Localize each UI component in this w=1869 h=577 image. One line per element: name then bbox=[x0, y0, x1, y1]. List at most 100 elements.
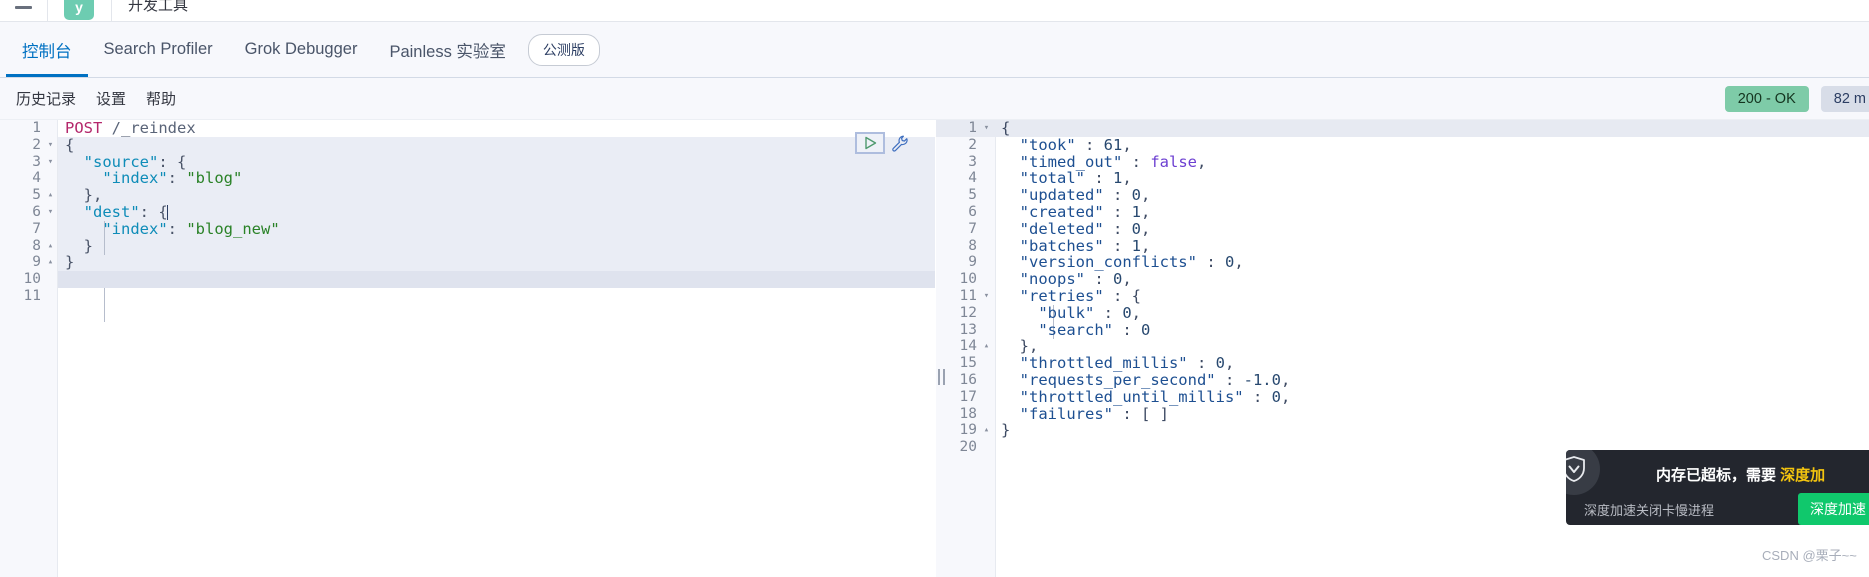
code-line: 16 "requests_per_second" : -1.0, bbox=[936, 372, 1869, 389]
code-text: "noops" : 0, bbox=[1019, 270, 1132, 289]
tab-grok-debugger[interactable]: Grok Debugger bbox=[229, 22, 374, 77]
code-text: "search" : 0 bbox=[1038, 320, 1151, 339]
code-line: 3 "timed_out" : false, bbox=[936, 153, 1869, 171]
wrench-icon[interactable] bbox=[889, 132, 911, 154]
code-line: 15 "throttled_millis" : 0, bbox=[936, 355, 1869, 372]
code-text: "failures" : [ ] bbox=[1019, 404, 1169, 423]
fold-toggle-icon[interactable]: ▾ bbox=[980, 120, 993, 137]
tab-console-label: 控制台 bbox=[22, 42, 72, 61]
fold-toggle-icon[interactable]: ▴ bbox=[44, 187, 57, 204]
tab-grok-debugger-label: Grok Debugger bbox=[244, 40, 358, 58]
code-text: { bbox=[65, 135, 75, 154]
line-number: 8 bbox=[968, 237, 977, 254]
code-text: "created" : 1, bbox=[1019, 202, 1151, 221]
code-text: "source": { bbox=[83, 152, 187, 171]
code-text: "deleted" : 0, bbox=[1019, 219, 1151, 238]
code-line: 19 ▴} bbox=[936, 422, 1869, 439]
code-text: POST /_reindex bbox=[65, 120, 196, 137]
code-text: "version_conflicts" : 0, bbox=[1019, 253, 1244, 272]
tab-search-profiler-label: Search Profiler bbox=[103, 40, 213, 58]
code-line: 4 "index": "blog" bbox=[0, 170, 935, 187]
tab-search-profiler[interactable]: Search Profiler bbox=[88, 22, 229, 77]
code-line: 10 bbox=[0, 271, 935, 288]
code-line: 9 ▴} bbox=[0, 254, 935, 271]
request-editor-pane[interactable]: 1 POST /_reindex 2 ▾{3 ▾ "source": {4 "index… bbox=[0, 120, 936, 577]
code-text: "requests_per_second" : -1.0, bbox=[1019, 370, 1291, 389]
request-code[interactable]: 1 POST /_reindex 2 ▾{3 ▾ "source": {4 "index… bbox=[0, 120, 935, 577]
line-number: 11 bbox=[959, 287, 977, 304]
toast-action-button[interactable]: 深度加速 bbox=[1798, 493, 1869, 525]
code-line: 2 ▾ { bbox=[0, 135, 935, 154]
code-line: 14 ▴ }, bbox=[936, 338, 1869, 355]
line-number: 19 bbox=[959, 422, 977, 439]
code-line: 8 ▴ } bbox=[0, 237, 935, 255]
submenu-item-settings[interactable]: 设置 bbox=[86, 88, 136, 109]
code-text: "updated" : 0, bbox=[1019, 186, 1151, 205]
request-actions bbox=[855, 132, 911, 154]
code-line: 5 "updated" : 0, bbox=[936, 187, 1869, 204]
code-line: 18 "failures" : [ ] bbox=[936, 404, 1869, 423]
code-line: 13 "search" : 0 bbox=[936, 320, 1869, 339]
code-line: 7 "deleted" : 0, bbox=[936, 219, 1869, 238]
hamburger-icon[interactable] bbox=[0, 0, 48, 21]
fold-toggle-icon[interactable]: ▾ bbox=[44, 204, 57, 221]
line-number: 18 bbox=[959, 405, 977, 422]
code-text: "bulk" : 0, bbox=[1038, 303, 1142, 322]
fold-toggle-icon[interactable]: ▾ bbox=[980, 288, 993, 305]
watermark: CSDN @栗子~~ bbox=[1762, 548, 1857, 563]
line-number: 12 bbox=[959, 304, 977, 321]
fold-toggle-icon[interactable]: ▴ bbox=[44, 254, 57, 271]
app-logo: y bbox=[64, 0, 94, 20]
line-number: 2 bbox=[968, 136, 977, 153]
code-text: } bbox=[65, 253, 75, 272]
code-text: "dest": { bbox=[83, 202, 168, 221]
fold-toggle-icon[interactable]: ▾ bbox=[44, 137, 57, 154]
code-line: 11 bbox=[0, 288, 935, 305]
tab-painless-lab-label: Painless 实验室 bbox=[389, 42, 506, 61]
status-badge: 200 - OK bbox=[1724, 86, 1809, 112]
fold-toggle-icon[interactable]: ▾ bbox=[44, 154, 57, 171]
beta-badge[interactable]: 公测版 bbox=[527, 33, 600, 66]
tab-console[interactable]: 控制台 bbox=[6, 22, 88, 77]
line-number: 17 bbox=[959, 388, 977, 405]
submenu-item-history[interactable]: 历史记录 bbox=[6, 88, 86, 109]
line-number: 9 bbox=[968, 254, 977, 271]
code-line: 10 "noops" : 0, bbox=[936, 271, 1869, 288]
fold-toggle-icon[interactable]: ▴ bbox=[44, 238, 57, 255]
fold-toggle-icon[interactable]: ▴ bbox=[980, 338, 993, 355]
line-number: 11 bbox=[23, 287, 41, 304]
fold-toggle-icon[interactable]: ▴ bbox=[980, 422, 993, 439]
code-text: "batches" : 1, bbox=[1019, 236, 1151, 255]
tab-painless-lab[interactable]: Painless 实验室 bbox=[373, 22, 521, 77]
line-number: 3 bbox=[32, 153, 41, 170]
code-text: { bbox=[1001, 120, 1011, 137]
code-line: 9 "version_conflicts" : 0, bbox=[936, 254, 1869, 271]
code-text: "index": "blog" bbox=[102, 169, 243, 188]
code-line: 3 ▾ "source": { bbox=[0, 152, 935, 171]
line-number: 9 bbox=[32, 254, 41, 271]
code-line: 6 ▾ "dest": { bbox=[0, 204, 935, 221]
code-text: "throttled_until_millis" : 0, bbox=[1019, 387, 1291, 406]
toast-title: 内存已超标，需要 深度加 bbox=[1656, 464, 1825, 485]
play-icon[interactable] bbox=[855, 132, 885, 154]
code-text: "total" : 1, bbox=[1019, 169, 1132, 188]
line-number: 7 bbox=[968, 220, 977, 237]
text-cursor bbox=[166, 204, 168, 220]
app-chrome-strip: y 开发工具 bbox=[0, 0, 1869, 22]
code-text: }, bbox=[1001, 337, 1039, 356]
submenu-item-help[interactable]: 帮助 bbox=[136, 88, 186, 109]
line-number: 5 bbox=[32, 187, 41, 204]
line-number: 8 bbox=[32, 237, 41, 254]
code-text: }, bbox=[65, 186, 103, 205]
pane-resize-handle[interactable] bbox=[936, 368, 946, 386]
line-number: 20 bbox=[959, 439, 977, 456]
line-number: 10 bbox=[23, 271, 41, 288]
code-line: 7 "index": "blog_new" bbox=[0, 220, 935, 238]
system-toast[interactable]: 内存已超标，需要 深度加 深度加速关闭卡慢进程 深度加速 bbox=[1566, 450, 1869, 525]
line-number: 13 bbox=[959, 321, 977, 338]
chrome-divider bbox=[111, 0, 112, 21]
line-number: 6 bbox=[32, 203, 41, 220]
response-time-badge: 82 m bbox=[1820, 86, 1869, 112]
line-number: 5 bbox=[968, 187, 977, 204]
code-line: 12 "bulk" : 0, bbox=[936, 303, 1869, 322]
